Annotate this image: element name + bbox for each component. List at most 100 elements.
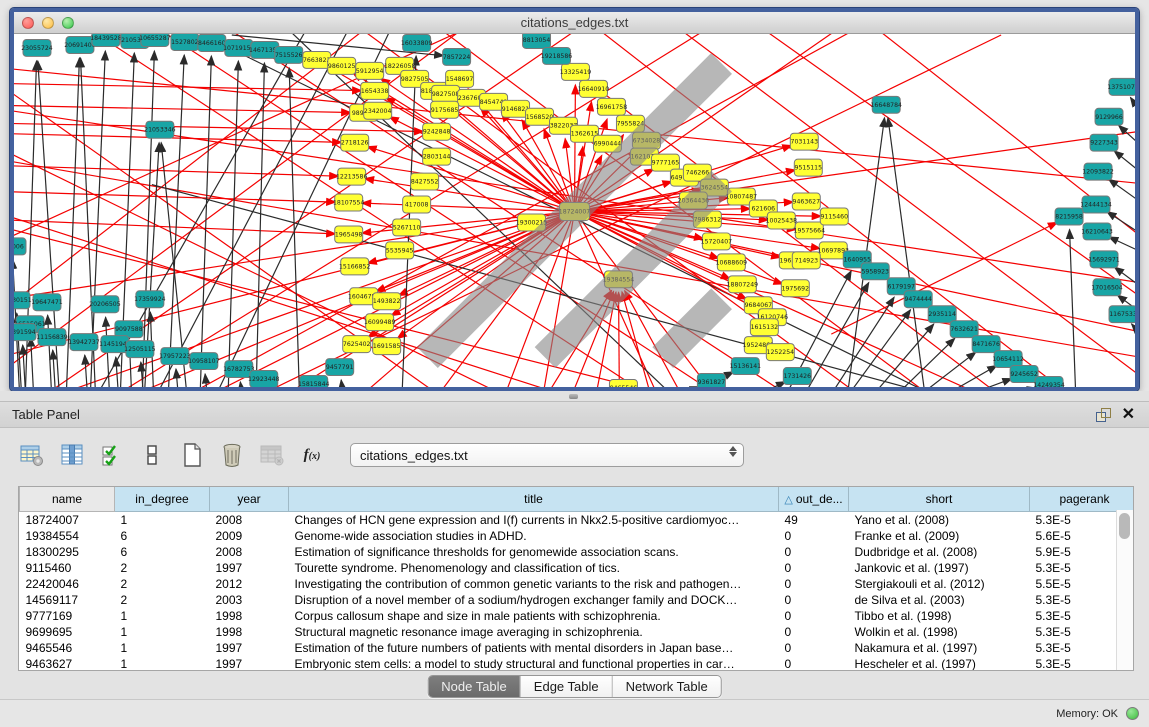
table-cell[interactable]: 1 xyxy=(115,640,210,656)
column-header-out_de[interactable]: △out_de... xyxy=(779,487,849,512)
table-cell[interactable]: Stergiakouli et al. (2012) xyxy=(849,576,1030,592)
column-header-short[interactable]: short xyxy=(849,487,1030,512)
table-cell[interactable]: 1 xyxy=(115,656,210,671)
table-row[interactable]: 1938455462009Genome-wide association stu… xyxy=(20,528,1135,544)
table-cell[interactable]: 9115460 xyxy=(20,560,115,576)
column-header-pagerank[interactable]: pagerank xyxy=(1030,487,1135,512)
table-cell[interactable]: 0 xyxy=(779,640,849,656)
table-cell[interactable]: 2008 xyxy=(210,544,289,560)
table-cell[interactable]: 6 xyxy=(115,544,210,560)
table-cell[interactable]: 1997 xyxy=(210,656,289,671)
table-cell[interactable]: 0 xyxy=(779,624,849,640)
function-builder-icon[interactable]: f(x) xyxy=(298,441,326,469)
table-cell[interactable]: Investigating the contribution of common… xyxy=(289,576,779,592)
tab-network-table[interactable]: Network Table xyxy=(612,676,721,697)
table-cell[interactable]: 2012 xyxy=(210,576,289,592)
table-cell[interactable]: 9463627 xyxy=(20,656,115,671)
column-header-title[interactable]: title xyxy=(289,487,779,512)
table-type-tabs: Node TableEdge TableNetwork Table xyxy=(427,675,722,698)
delete-icon[interactable] xyxy=(218,441,246,469)
table-cell[interactable]: 1998 xyxy=(210,624,289,640)
node-table-grid[interactable]: namein_degreeyeartitle△out_de...shortpag… xyxy=(19,487,1134,671)
table-row[interactable]: 2242004622012Investigating the contribut… xyxy=(20,576,1135,592)
table-cell[interactable]: Embryonic stem cells: a model to study s… xyxy=(289,656,779,671)
table-cell[interactable]: 6 xyxy=(115,528,210,544)
close-panel-icon[interactable]: ✕ xyxy=(1122,408,1135,422)
table-cell[interactable]: 1 xyxy=(115,624,210,640)
table-cell[interactable]: Wolkin et al. (1998) xyxy=(849,624,1030,640)
table-cell[interactable]: 0 xyxy=(779,544,849,560)
table-row[interactable]: 1456911722003Disruption of a novel membe… xyxy=(20,592,1135,608)
tab-node-table[interactable]: Node Table xyxy=(428,676,520,697)
new-table-icon[interactable] xyxy=(178,441,206,469)
column-header-in_degree[interactable]: in_degree xyxy=(115,487,210,512)
table-cell[interactable]: 19384554 xyxy=(20,528,115,544)
table-cell[interactable]: Jankovic et al. (1997) xyxy=(849,560,1030,576)
table-cell[interactable]: 0 xyxy=(779,592,849,608)
table-cell[interactable]: 2 xyxy=(115,576,210,592)
table-cell[interactable]: 0 xyxy=(779,560,849,576)
table-row[interactable]: 969969511998Structural magnetic resonanc… xyxy=(20,624,1135,640)
table-row[interactable]: 946362711997Embryonic stem cells: a mode… xyxy=(20,656,1135,671)
table-cell[interactable]: Corpus callosum shape and size in male p… xyxy=(289,608,779,624)
table-cell[interactable]: 1 xyxy=(115,608,210,624)
tab-edge-table[interactable]: Edge Table xyxy=(520,676,612,697)
table-cell[interactable]: Tibbo et al. (1998) xyxy=(849,608,1030,624)
table-row[interactable]: 911546021997Tourette syndrome. Phenomeno… xyxy=(20,560,1135,576)
table-row[interactable]: 1830029562008Estimation of significance … xyxy=(20,544,1135,560)
table-cell[interactable]: Tourette syndrome. Phenomenology and cla… xyxy=(289,560,779,576)
scrollbar-thumb[interactable] xyxy=(1119,513,1130,539)
table-cell[interactable]: Yano et al. (2008) xyxy=(849,512,1030,529)
table-cell[interactable]: 1998 xyxy=(210,608,289,624)
column-header-year[interactable]: year xyxy=(210,487,289,512)
table-selector-dropdown[interactable]: citations_edges.txt xyxy=(350,443,744,467)
table-cell[interactable]: Nakamura et al. (1997) xyxy=(849,640,1030,656)
table-cell[interactable]: 18300295 xyxy=(20,544,115,560)
memory-ok-indicator[interactable] xyxy=(1126,707,1139,720)
column-header-name[interactable]: name xyxy=(20,487,115,512)
table-row[interactable]: 977716911998Corpus callosum shape and si… xyxy=(20,608,1135,624)
table-cell[interactable]: Genome-wide association studies in ADHD. xyxy=(289,528,779,544)
select-rows-icon[interactable] xyxy=(98,441,126,469)
table-cell[interactable]: Dudbridge et al. (2008) xyxy=(849,544,1030,560)
table-row[interactable]: 946554611997Estimation of the future num… xyxy=(20,640,1135,656)
table-cell[interactable]: 2003 xyxy=(210,592,289,608)
table-cell[interactable]: 9465546 xyxy=(20,640,115,656)
table-cell[interactable]: Disruption of a novel member of a sodium… xyxy=(289,592,779,608)
table-cell[interactable]: 14569117 xyxy=(20,592,115,608)
table-cell[interactable]: 0 xyxy=(779,656,849,671)
table-cell[interactable]: Hescheler et al. (1997) xyxy=(849,656,1030,671)
table-vertical-scrollbar[interactable] xyxy=(1116,510,1133,670)
table-cell[interactable]: 22420046 xyxy=(20,576,115,592)
float-panel-icon[interactable] xyxy=(1096,408,1110,422)
table-cell[interactable]: Franke et al. (2009) xyxy=(849,528,1030,544)
table-cell[interactable]: 9699695 xyxy=(20,624,115,640)
panel-divider-grip[interactable] xyxy=(569,394,578,399)
table-cell[interactable]: Estimation of the future numbers of pati… xyxy=(289,640,779,656)
table-cell[interactable]: 1997 xyxy=(210,640,289,656)
table-cell[interactable]: 9777169 xyxy=(20,608,115,624)
status-bar: Memory: OK xyxy=(0,699,1149,727)
table-cell[interactable]: Estimation of significance thresholds fo… xyxy=(289,544,779,560)
table-options-icon[interactable] xyxy=(18,441,46,469)
table-cell[interactable]: 0 xyxy=(779,528,849,544)
table-cell[interactable]: 2008 xyxy=(210,512,289,529)
table-cell[interactable]: 49 xyxy=(779,512,849,529)
window-resize-grip[interactable] xyxy=(14,34,1135,387)
table-cell[interactable]: 18724007 xyxy=(20,512,115,529)
table-cell[interactable]: 1997 xyxy=(210,560,289,576)
network-canvas[interactable]: 1872400776638229860125591295416543389890… xyxy=(14,34,1135,387)
table-row[interactable]: 1872400712008Changes of HCN gene express… xyxy=(20,512,1135,529)
table-cell[interactable]: Changes of HCN gene expression and I(f) … xyxy=(289,512,779,529)
window-titlebar[interactable]: citations_edges.txt xyxy=(14,12,1135,34)
table-cell[interactable]: 1 xyxy=(115,512,210,529)
table-cell[interactable]: 0 xyxy=(779,608,849,624)
table-cell[interactable]: Structural magnetic resonance image aver… xyxy=(289,624,779,640)
row-height-icon[interactable] xyxy=(138,441,166,469)
table-cell[interactable]: 2 xyxy=(115,560,210,576)
table-cell[interactable]: 2 xyxy=(115,592,210,608)
show-columns-icon[interactable] xyxy=(58,441,86,469)
table-cell[interactable]: de Silva et al. (2003) xyxy=(849,592,1030,608)
table-cell[interactable]: 2009 xyxy=(210,528,289,544)
table-cell[interactable]: 0 xyxy=(779,576,849,592)
